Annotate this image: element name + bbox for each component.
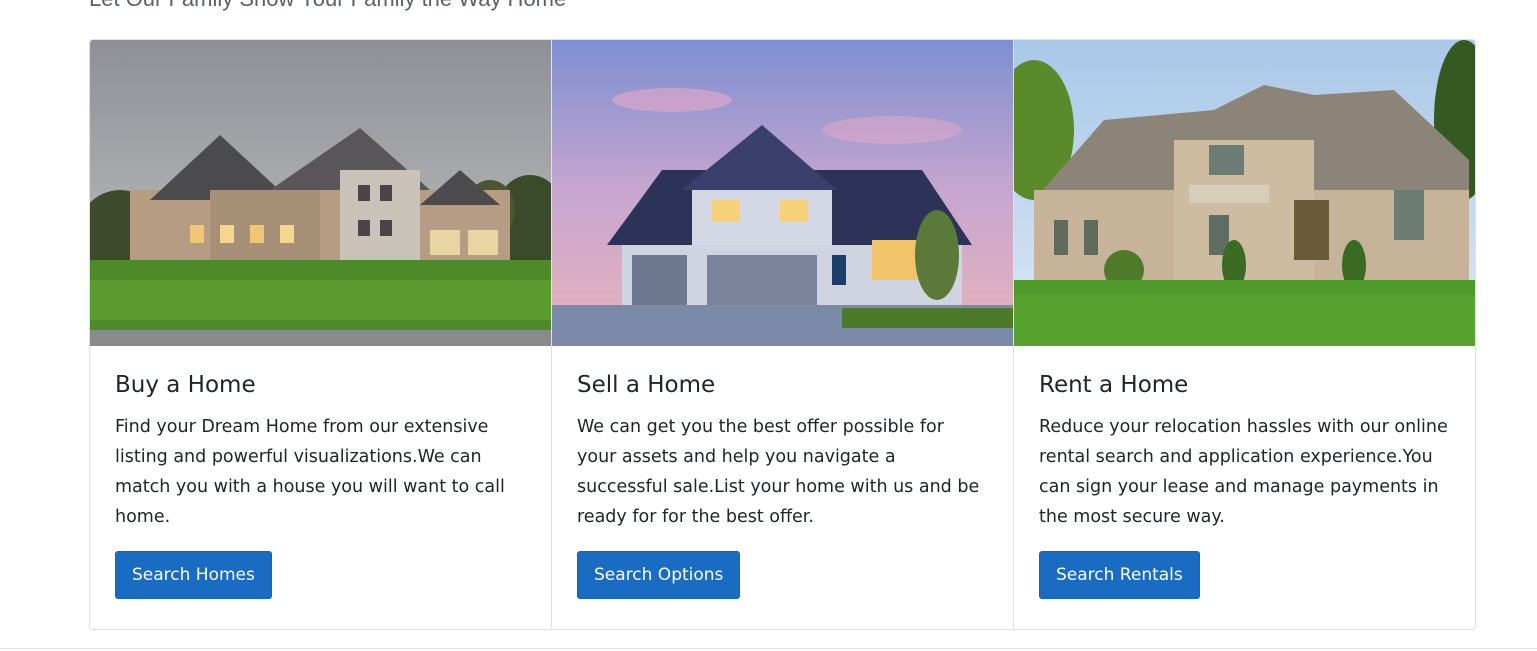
card-body: Rent a Home Reduce your relocation hassl… [1014,346,1475,599]
card-text: Find your Dream Home from our extensive … [115,417,505,527]
card-sell-home: Sell a Home We can get you the best offe… [552,40,1014,629]
divider [0,648,1537,649]
page: Let Our Family Show Your Family the Way … [0,0,1537,651]
card-body: Sell a Home We can get you the best offe… [552,346,1013,599]
card-text: Reduce your relocation hassles with our … [1039,417,1448,527]
card-text: We can get you the best offer possible f… [577,417,980,527]
card-title: Buy a Home [115,372,256,398]
buy-home-image [90,40,551,346]
search-rentals-button[interactable]: Search Rentals [1039,551,1200,599]
card-buy-home: Buy a Home Find your Dream Home from our… [90,40,552,629]
rent-home-image [1014,40,1475,346]
search-options-button[interactable]: Search Options [577,551,741,599]
card-group: Buy a Home Find your Dream Home from our… [89,39,1476,630]
sell-home-image [552,40,1013,346]
card-rent-home: Rent a Home Reduce your relocation hassl… [1014,40,1475,629]
card-body: Buy a Home Find your Dream Home from our… [90,346,551,599]
section-heading: Let Our Family Show Your Family the Way … [89,0,566,12]
card-title: Sell a Home [577,372,716,398]
card-title: Rent a Home [1039,372,1189,398]
search-homes-button[interactable]: Search Homes [115,551,272,599]
